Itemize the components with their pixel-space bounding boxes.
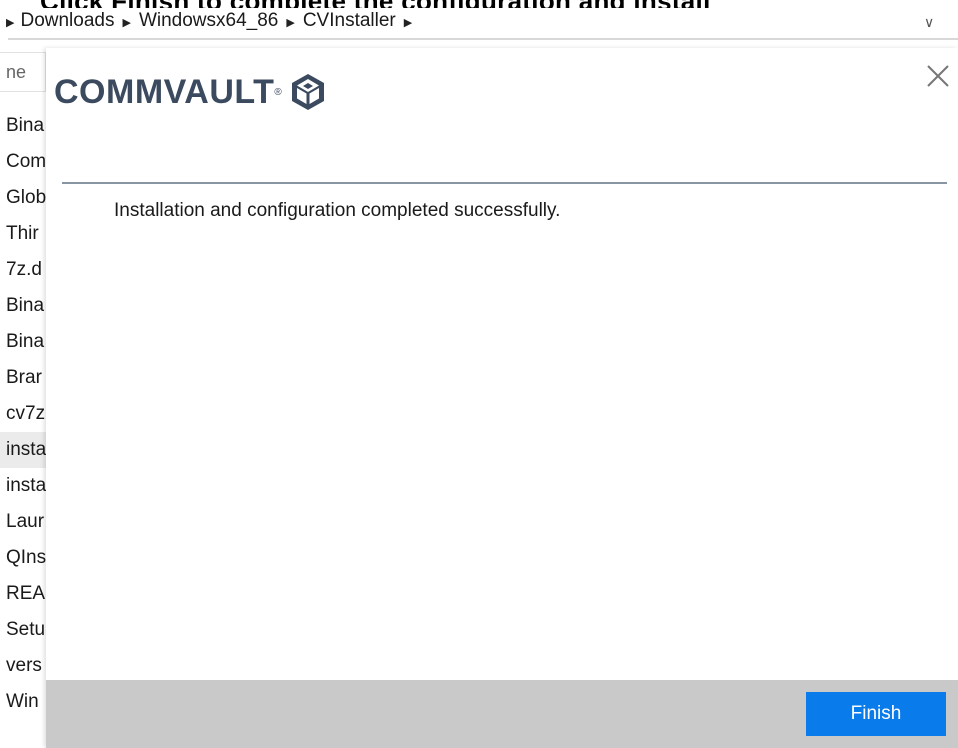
list-item[interactable]: Brar (0, 360, 46, 396)
close-icon[interactable] (924, 62, 952, 90)
header-divider (62, 182, 947, 184)
list-item[interactable]: Win (0, 684, 46, 720)
status-message: Installation and configuration completed… (114, 200, 561, 221)
file-list: ne Bina Com Glob Thir 7z.d Bina Bina Bra… (0, 52, 46, 748)
list-item[interactable]: 7z.d (0, 252, 46, 288)
commvault-logo: COMMVAULT ® (54, 70, 328, 114)
address-divider (8, 38, 958, 40)
breadcrumb-item-cvinstaller[interactable]: CVInstaller (303, 10, 396, 31)
chevron-right-icon: ▶ (6, 17, 15, 29)
list-item[interactable]: Laur (0, 504, 46, 540)
chevron-down-icon[interactable]: ∨ (924, 14, 934, 31)
list-item[interactable]: Bina (0, 108, 46, 144)
breadcrumb-item-downloads[interactable]: Downloads (20, 10, 114, 31)
list-item[interactable]: Setu (0, 612, 46, 648)
list-item[interactable]: REA (0, 576, 46, 612)
dialog-footer: Finish (46, 680, 958, 748)
list-item[interactable]: vers (0, 648, 46, 684)
logo-text: COMMVAULT (54, 72, 275, 111)
column-header-label: ne (6, 62, 27, 82)
list-item[interactable]: Com (0, 144, 46, 180)
list-item[interactable]: Bina (0, 288, 46, 324)
installer-dialog: COMMVAULT ® Installation and configuratio… (46, 48, 958, 748)
address-bar[interactable]: ▶ Downloads ▶ Windowsx64_86 ▶ CVInstaller ▶ ∨ (0, 4, 958, 36)
list-item[interactable]: Glob (0, 180, 46, 216)
list-item[interactable]: QIns (0, 540, 46, 576)
finish-button[interactable]: Finish (806, 692, 946, 736)
list-item[interactable]: insta (0, 468, 46, 504)
chevron-right-icon[interactable]: ▶ (286, 16, 294, 29)
breadcrumb: ▶ Downloads ▶ Windowsx64_86 ▶ CVInstaller ▶ (2, 10, 420, 32)
list-item[interactable]: Thir (0, 216, 46, 252)
list-item-selected[interactable]: insta (0, 432, 46, 468)
column-header-name[interactable]: ne (0, 52, 46, 92)
list-item[interactable]: Bina (0, 324, 46, 360)
chevron-right-icon[interactable]: ▶ (404, 16, 412, 29)
chevron-right-icon[interactable]: ▶ (122, 16, 130, 29)
logo-trademark: ® (274, 86, 282, 98)
commvault-cube-icon (291, 74, 324, 110)
breadcrumb-item-windowsx64[interactable]: Windowsx64_86 (139, 10, 278, 31)
list-item[interactable]: cv7z (0, 396, 46, 432)
